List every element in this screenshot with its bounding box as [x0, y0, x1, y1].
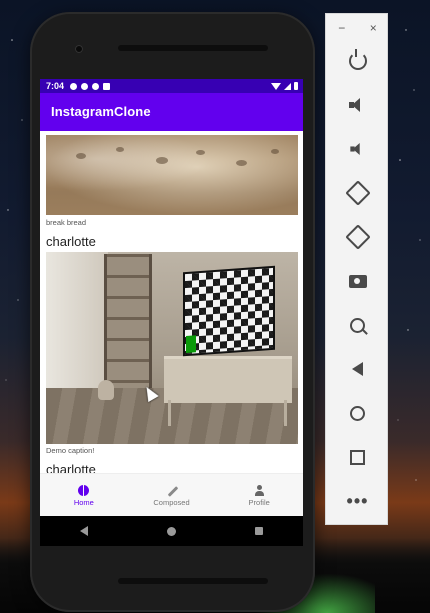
television	[183, 265, 275, 357]
checkerboard-tv-screen	[185, 267, 273, 355]
tv-cabinet	[164, 356, 292, 403]
pencil-icon	[166, 485, 177, 496]
device-screen: 7:04 InstagramClone break bread charlott…	[40, 79, 303, 516]
screenshot-button[interactable]	[326, 266, 389, 296]
post-image-bread[interactable]	[46, 135, 298, 215]
system-home-icon[interactable]	[166, 526, 176, 536]
feed-list[interactable]: break bread charlotte Demo caption! char…	[40, 131, 303, 473]
home-button[interactable]	[326, 398, 389, 428]
zoom-button[interactable]	[326, 310, 389, 340]
emulator-toolbar: − × •••	[325, 13, 388, 525]
post-username: charlotte	[46, 234, 96, 249]
green-marker	[186, 335, 196, 354]
rotate-right-button[interactable]	[326, 222, 389, 252]
settings-status-icon	[70, 82, 78, 90]
home-icon	[78, 484, 90, 496]
more-icon: •••	[346, 490, 369, 511]
window-light	[46, 252, 108, 402]
bottom-speaker	[118, 578, 268, 584]
power-icon	[348, 49, 367, 70]
volume-down-icon	[349, 143, 365, 155]
status-time: 7:04	[46, 81, 65, 91]
post-caption: break bread	[46, 218, 87, 227]
power-button[interactable]	[326, 46, 389, 76]
system-navigation-bar	[40, 516, 303, 546]
post-image-living-room[interactable]	[46, 252, 298, 444]
window-controls: − ×	[326, 19, 389, 37]
volume-up-button[interactable]	[326, 90, 389, 120]
play-protect-status-icon	[92, 82, 100, 90]
overview-button[interactable]	[326, 442, 389, 472]
battery-icon	[294, 82, 298, 90]
rotate-right-icon	[344, 224, 371, 250]
home-circle-icon	[350, 405, 365, 421]
overview-icon	[350, 449, 365, 465]
system-back-icon[interactable]	[79, 526, 88, 536]
more-button[interactable]: •••	[326, 486, 389, 516]
nav-item-profile[interactable]: Profile	[215, 474, 303, 516]
front-camera	[75, 45, 83, 53]
rotate-left-icon	[344, 180, 371, 206]
close-button[interactable]: ×	[370, 21, 377, 35]
nav-label: Profile	[248, 497, 270, 507]
top-speaker	[118, 45, 268, 51]
bottom-navigation: Home Composed Profile	[40, 473, 303, 516]
app-bar: InstagramClone	[40, 93, 303, 131]
minimize-button[interactable]: −	[338, 21, 345, 35]
zoom-icon	[350, 317, 365, 333]
rotate-left-button[interactable]	[326, 178, 389, 208]
cat-figure	[98, 380, 114, 400]
signal-icon	[284, 82, 291, 90]
back-icon	[352, 362, 363, 376]
nav-label: Composed	[153, 497, 190, 507]
system-recents-icon[interactable]	[255, 527, 264, 535]
volume-up-icon	[348, 98, 367, 112]
nav-item-composed[interactable]: Composed	[128, 474, 216, 516]
back-button[interactable]	[326, 354, 389, 384]
nav-label: Home	[73, 497, 94, 507]
volume-down-button[interactable]	[326, 134, 389, 164]
camera-icon	[348, 274, 367, 288]
person-icon	[254, 484, 265, 496]
app-title: InstagramClone	[51, 104, 151, 119]
status-bar: 7:04	[40, 79, 303, 93]
nav-item-home[interactable]: Home	[40, 474, 128, 516]
wifi-icon	[271, 82, 281, 90]
shield-status-icon	[81, 82, 89, 90]
post-caption: Demo caption!	[46, 446, 95, 455]
post-username: charlotte	[46, 462, 96, 473]
sd-card-status-icon	[103, 82, 111, 90]
